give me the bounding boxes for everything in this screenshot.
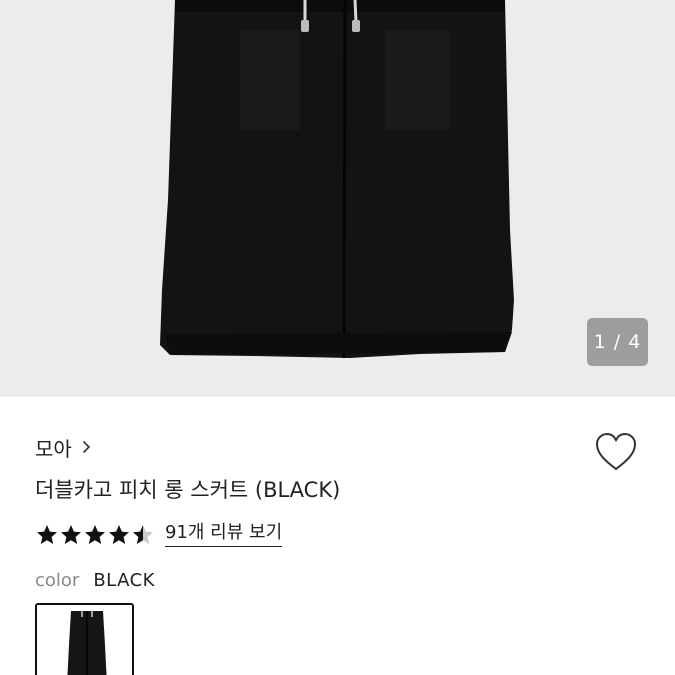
brand-name: 모아: [35, 436, 72, 461]
color-option-row: color BLACK: [35, 570, 155, 591]
star-icon: [109, 525, 129, 544]
brand-link[interactable]: 모아: [35, 432, 91, 462]
rating-row: 91개 리뷰 보기: [35, 520, 283, 550]
star-icon: [61, 525, 81, 544]
reviews-link[interactable]: 91개 리뷰 보기: [165, 523, 283, 547]
product-image-gallery[interactable]: 1 / 4: [0, 0, 675, 397]
star-icon: [37, 525, 57, 544]
star-rating: [35, 523, 155, 547]
product-title: 더블카고 피치 롱 스커트 (BLACK): [35, 478, 341, 502]
product-image: [160, 0, 514, 359]
color-value: BLACK: [93, 570, 155, 591]
image-counter: 1 / 4: [587, 318, 648, 366]
color-swatch-black[interactable]: [35, 603, 134, 675]
half-star-icon: [133, 525, 153, 544]
heart-icon[interactable]: [594, 431, 638, 473]
star-icon: [85, 525, 105, 544]
chevron-right-icon: [82, 440, 90, 454]
color-label: color: [35, 570, 80, 591]
swatch-thumbnail: [37, 605, 132, 675]
